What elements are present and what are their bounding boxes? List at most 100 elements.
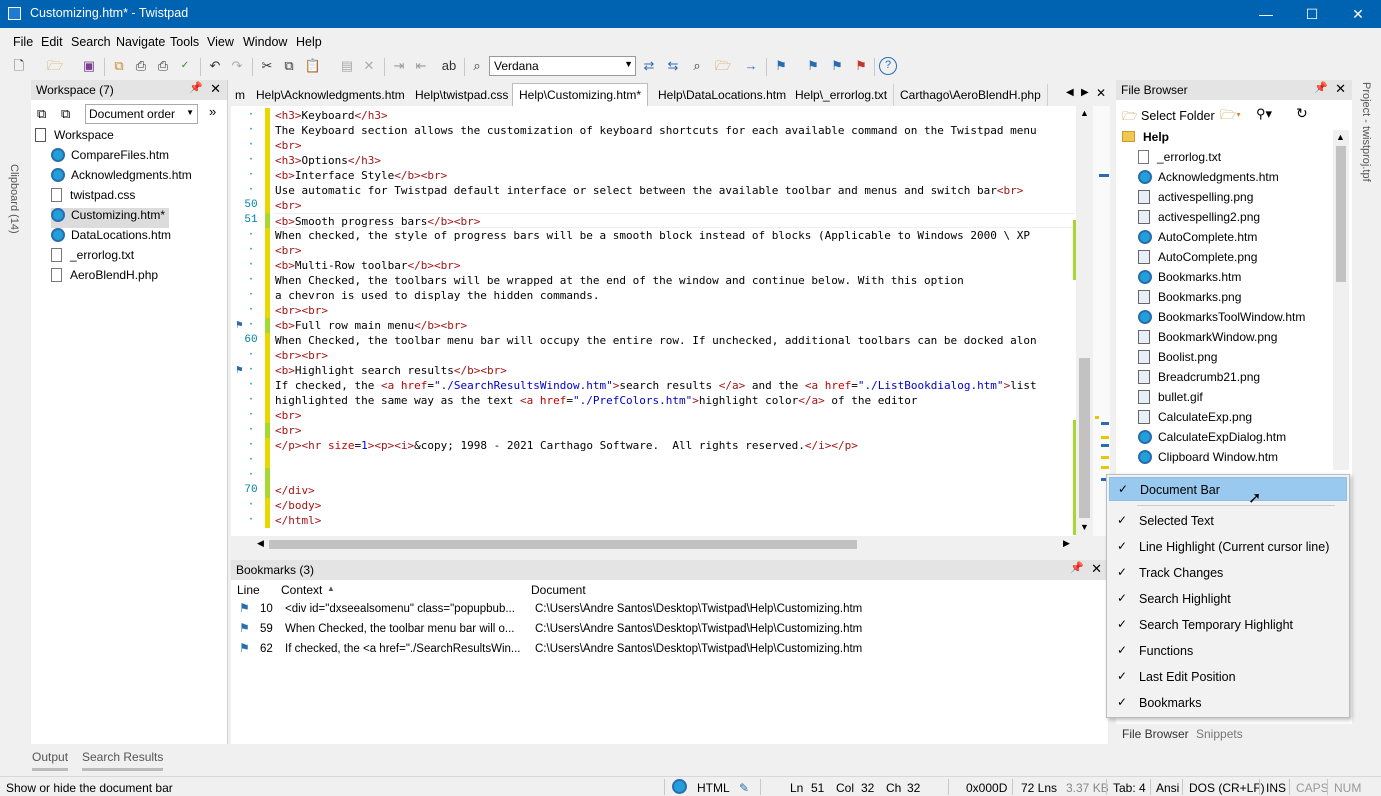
file-item[interactable]: Clipboard Window.htm (1138, 450, 1278, 470)
find-folder-icon[interactable]: 🗁 (714, 57, 732, 75)
file-item[interactable]: CalculateExp.png (1138, 410, 1252, 430)
add-file-icon[interactable]: ⧉ (37, 106, 46, 122)
document-tab[interactable]: Carthago\AeroBlendH.php (894, 84, 1048, 106)
order-select[interactable]: Document order ▼ (85, 104, 198, 124)
pin-icon[interactable]: 📌 (1314, 81, 1328, 94)
redo-icon[interactable]: ↷ (228, 57, 246, 75)
new-file-icon[interactable]: 🗋 (10, 57, 28, 75)
file-item[interactable]: Bookmarks.png (1138, 290, 1241, 310)
pencil-icon[interactable]: ✎ (739, 781, 749, 795)
context-menu-item[interactable]: ✓ Functions (1109, 639, 1347, 663)
scroll-right-icon[interactable]: ▶ (1063, 538, 1070, 549)
close-icon[interactable]: ✕ (1335, 81, 1346, 97)
workspace-file-item[interactable]: Acknowledgments.htm (51, 168, 192, 188)
status-encoding[interactable]: Ansi (1156, 781, 1179, 795)
column-context[interactable]: Context (281, 583, 322, 597)
file-item[interactable]: bullet.gif (1138, 390, 1203, 410)
menu-edit[interactable]: Edit (41, 35, 63, 49)
help-icon[interactable]: ? (879, 57, 897, 75)
goto-line-icon[interactable]: → (742, 57, 760, 75)
workspace-file-item[interactable]: Customizing.htm* (51, 208, 170, 228)
bookmark-row[interactable]: ⚑ 10 <div id="dxseealsomenu" class="popupb… (231, 600, 1108, 620)
document-tab[interactable]: Help\twistpad.css (409, 84, 516, 106)
indent-icon[interactable]: ⇥ (390, 57, 408, 75)
workspace-file-item[interactable]: twistpad.css (51, 188, 135, 208)
bookmark-flag-icon[interactable]: ⚑ (236, 318, 243, 331)
workspace-file-item[interactable]: AeroBlendH.php (51, 268, 158, 288)
context-menu-item[interactable]: ✓ Selected Text (1109, 509, 1347, 533)
undo-icon[interactable]: ↶ (206, 57, 224, 75)
context-menu-item[interactable]: ✓ Search Temporary Highlight (1109, 613, 1347, 637)
file-item[interactable]: Boolist.png (1138, 350, 1217, 370)
find-icon[interactable]: ⌕ (468, 57, 486, 75)
status-tab[interactable]: Tab: 4 (1113, 781, 1146, 795)
font-select[interactable]: Verdana ▼ (489, 56, 636, 76)
file-item[interactable]: _errorlog.txt (1138, 150, 1221, 170)
tab-search-results[interactable]: Search Results (82, 750, 164, 771)
context-menu-item[interactable]: ✓ Document Bar (1109, 477, 1347, 501)
outdent-icon[interactable]: ⇤ (412, 57, 430, 75)
print-icon[interactable]: ⎙ (154, 57, 172, 75)
document-tab[interactable]: m (229, 84, 252, 106)
file-item[interactable]: activespelling.png (1138, 190, 1253, 210)
editor-vertical-scrollbar[interactable]: ▲ ▼ (1076, 106, 1093, 536)
find-replace-icon[interactable]: ⇄ (640, 57, 658, 75)
file-item[interactable]: AutoComplete.png (1138, 250, 1257, 270)
context-menu-item[interactable]: ✓ Track Changes (1109, 561, 1347, 585)
file-item[interactable]: AutoComplete.htm (1138, 230, 1257, 250)
paste-icon[interactable]: 📋 (304, 57, 322, 75)
close-tab-icon[interactable]: ✕ (1096, 86, 1106, 100)
context-menu-item[interactable]: ✓ Line Highlight (Current cursor line) (1109, 535, 1347, 559)
project-tab[interactable]: Project - twistproj.tpf (1360, 82, 1372, 182)
tab-scroll-right-icon[interactable]: ▶ (1081, 87, 1089, 98)
scroll-up-icon[interactable]: ▲ (1080, 108, 1089, 118)
workspace-file-item[interactable]: _errorlog.txt (51, 248, 134, 268)
print-preview-icon[interactable]: ⎙ (132, 57, 150, 75)
column-document[interactable]: Document (531, 583, 586, 597)
copy-icon[interactable]: ⧉ (280, 57, 298, 75)
status-eol[interactable]: DOS (CR+LF) (1189, 781, 1265, 795)
bookmark-prev-icon[interactable]: ⚑ (828, 57, 846, 75)
case-icon[interactable]: ab (440, 57, 458, 75)
select-folder-button[interactable]: 🗁 Select Folder (1122, 107, 1215, 128)
column-line[interactable]: Line (237, 583, 260, 597)
find-in-files-icon[interactable]: ⌕ (688, 57, 706, 75)
code-editor[interactable]: · <h3>Keyboard</h3> · The Keyboard section … (231, 106, 1076, 536)
context-menu-item[interactable]: ✓ Last Edit Position (1109, 665, 1347, 689)
scroll-left-icon[interactable]: ◀ (257, 538, 264, 549)
filter-icon[interactable]: ⚲▾ (1256, 106, 1272, 122)
document-tab[interactable]: Help\_errorlog.txt (789, 84, 895, 106)
app-icon[interactable] (8, 7, 21, 20)
menu-tools[interactable]: Tools (170, 35, 199, 49)
menu-file[interactable]: File (13, 35, 33, 49)
spellcheck-icon[interactable]: ✓ (176, 57, 194, 75)
file-browser-scrollbar[interactable]: ▲ (1333, 130, 1349, 470)
workspace-file-item[interactable]: CompareFiles.htm (51, 148, 169, 168)
bookmark-next-icon[interactable]: ⚑ (804, 57, 822, 75)
delete-icon[interactable]: ✕ (360, 57, 378, 75)
editor-horizontal-scrollbar[interactable]: ◀ ▶ (255, 536, 1075, 553)
scroll-thumb[interactable] (269, 540, 857, 549)
menu-help[interactable]: Help (296, 35, 322, 49)
file-item[interactable]: BookmarkWindow.png (1138, 330, 1277, 350)
remove-file-icon[interactable]: ⧉ (61, 106, 70, 122)
menu-window[interactable]: Window (243, 35, 287, 49)
bookmark-clear-icon[interactable]: ⚑ (852, 57, 870, 75)
folder-help[interactable]: Help (1122, 130, 1169, 150)
scroll-thumb[interactable] (1079, 358, 1090, 518)
find-prev-icon[interactable]: ⇆ (664, 57, 682, 75)
workspace-file-item[interactable]: DataLocations.htm (51, 228, 171, 248)
file-item[interactable]: Bookmarks.htm (1138, 270, 1241, 290)
document-tab[interactable]: Help\DataLocations.htm (652, 84, 794, 106)
file-item[interactable]: BookmarksToolWindow.htm (1138, 310, 1305, 330)
scroll-thumb[interactable] (1336, 146, 1346, 282)
open-folder-icon[interactable]: 🗁 (46, 57, 64, 75)
maximize-button[interactable]: ☐ (1289, 0, 1335, 28)
pin-icon[interactable]: 📌 (189, 81, 203, 94)
tab-snippets[interactable]: Snippets (1196, 727, 1243, 741)
close-button[interactable]: ✕ (1335, 0, 1381, 28)
close-icon[interactable]: ✕ (1091, 561, 1102, 577)
bookmark-toggle-icon[interactable]: ⚑ (772, 57, 790, 75)
cut-icon[interactable]: ✂ (258, 57, 276, 75)
file-item[interactable]: CalculateExpDialog.htm (1138, 430, 1286, 450)
